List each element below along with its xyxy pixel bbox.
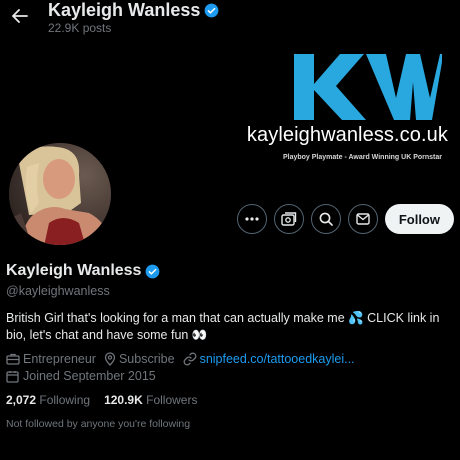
website-item[interactable]: snipfeed.co/tattooedkaylei... xyxy=(183,352,355,366)
profile-meta: Entrepreneur Subscribe snipfeed.co/tatto… xyxy=(6,352,355,366)
followers-stat[interactable]: 120.9K Followers xyxy=(104,393,197,407)
header-name: Kayleigh Wanless xyxy=(48,0,201,20)
profile-handle: @kayleighwanless xyxy=(6,284,110,298)
profile-name: Kayleigh Wanless xyxy=(6,262,142,279)
briefcase-icon xyxy=(6,353,20,365)
profile-avatar[interactable] xyxy=(6,140,114,248)
followers-count: 120.9K xyxy=(104,393,143,407)
search-icon xyxy=(319,212,333,226)
subscribe-item[interactable]: Subscribe xyxy=(104,352,175,366)
subscribe-label: Subscribe xyxy=(118,352,175,366)
header-title: Kayleigh Wanless xyxy=(48,0,219,21)
verified-badge-icon[interactable] xyxy=(145,264,160,279)
category-label: Entrepreneur xyxy=(23,352,96,366)
joined-date: Joined September 2015 xyxy=(23,369,156,383)
subscribe-icon xyxy=(281,212,297,226)
verified-badge-icon xyxy=(205,3,219,18)
followed-by-text: Not followed by anyone you're following xyxy=(6,418,191,430)
following-count: 2,072 xyxy=(6,393,37,407)
website-link[interactable]: snipfeed.co/tattooedkaylei... xyxy=(200,352,355,366)
calendar-icon xyxy=(6,370,19,383)
top-bar: Kayleigh Wanless 22.9K posts xyxy=(0,0,460,40)
arrow-left-icon xyxy=(12,9,28,23)
link-icon xyxy=(183,352,196,366)
followers-label: Followers xyxy=(146,393,198,407)
follow-button[interactable]: Follow xyxy=(384,204,454,234)
header-post-count: 22.9K posts xyxy=(48,21,112,35)
following-label: Following xyxy=(39,393,91,407)
profile-bio: British Girl that's looking for a man th… xyxy=(6,311,440,342)
joined-row: Joined September 2015 xyxy=(6,369,156,383)
profile-actions: Follow xyxy=(236,204,454,234)
avatar-photo xyxy=(9,143,111,245)
envelope-icon xyxy=(356,213,370,225)
more-button[interactable] xyxy=(236,204,267,234)
subscribe-button[interactable] xyxy=(273,204,304,234)
back-button[interactable] xyxy=(6,6,34,26)
kw-logo xyxy=(294,54,442,120)
following-stat[interactable]: 2,072 Following xyxy=(6,393,90,407)
category-item: Entrepreneur xyxy=(6,352,96,366)
search-button[interactable] xyxy=(310,204,341,234)
message-button[interactable] xyxy=(347,204,378,234)
profile-name-row: Kayleigh Wanless xyxy=(6,262,160,280)
follow-stats: 2,072 Following 120.9K Followers xyxy=(6,393,197,407)
more-icon xyxy=(245,217,259,221)
location-pin-icon xyxy=(104,352,116,366)
